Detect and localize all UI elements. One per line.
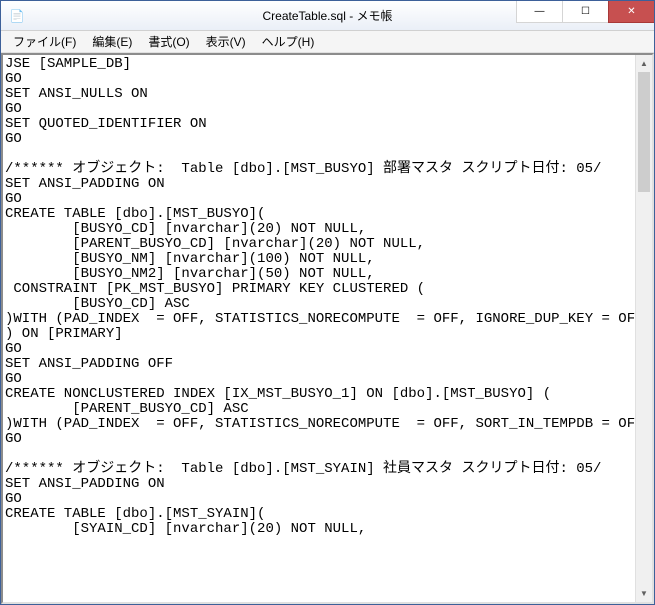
notepad-window: 📄 CreateTable.sql - メモ帳 — ☐ ✕ ファイル(F) 編集… xyxy=(0,0,655,605)
window-controls: — ☐ ✕ xyxy=(516,1,654,23)
app-icon: 📄 xyxy=(9,8,25,24)
window-title: CreateTable.sql - メモ帳 xyxy=(262,7,392,24)
scroll-thumb[interactable] xyxy=(638,72,650,192)
maximize-button[interactable]: ☐ xyxy=(562,1,608,23)
menu-edit[interactable]: 編集(E) xyxy=(86,31,138,52)
close-button[interactable]: ✕ xyxy=(608,1,654,23)
scroll-down-icon[interactable]: ▼ xyxy=(636,585,652,602)
scroll-up-icon[interactable]: ▲ xyxy=(636,55,652,72)
text-editor[interactable]: JSE [SAMPLE_DB] GO SET ANSI_NULLS ON GO … xyxy=(3,55,635,602)
menu-format[interactable]: 書式(O) xyxy=(142,31,195,52)
scroll-track[interactable] xyxy=(636,72,652,585)
menu-help[interactable]: ヘルプ(H) xyxy=(256,31,321,52)
menu-file[interactable]: ファイル(F) xyxy=(7,31,82,52)
menu-view[interactable]: 表示(V) xyxy=(200,31,252,52)
vertical-scrollbar[interactable]: ▲ ▼ xyxy=(635,55,652,602)
editor-frame: JSE [SAMPLE_DB] GO SET ANSI_NULLS ON GO … xyxy=(1,53,654,604)
titlebar[interactable]: 📄 CreateTable.sql - メモ帳 — ☐ ✕ xyxy=(1,1,654,31)
minimize-button[interactable]: — xyxy=(516,1,562,23)
menubar: ファイル(F) 編集(E) 書式(O) 表示(V) ヘルプ(H) xyxy=(1,31,654,53)
